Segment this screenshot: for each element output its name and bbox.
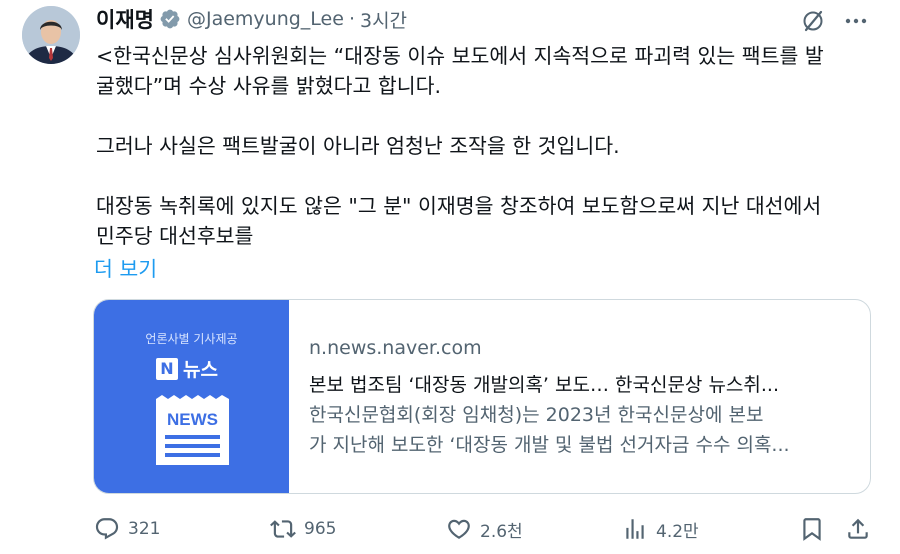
- card-title: 본보 법조팀 ‘대장동 개발의혹’ 보도… 한국신문상 뉴스취...: [309, 374, 779, 396]
- share-icon: [848, 518, 868, 539]
- card-domain: n.news.naver.com: [309, 337, 482, 359]
- views-icon: [626, 519, 644, 539]
- thumbnail-caption: 언론사별 기사제공: [145, 332, 238, 346]
- naver-news-logo: N 뉴스: [156, 355, 218, 382]
- user-handle[interactable]: @Jaemyung_Lee: [187, 8, 344, 30]
- reply-icon: [95, 518, 119, 540]
- tweet-header: 이재명 @Jaemyung_Lee · 3시간: [96, 4, 407, 34]
- tweet-text-line: 민주당 대선후보를: [96, 224, 254, 248]
- logo-text: 뉴스: [183, 359, 218, 381]
- bookmark-button[interactable]: [799, 512, 825, 546]
- views-button[interactable]: 4.2만: [622, 512, 699, 546]
- share-button[interactable]: [845, 512, 871, 546]
- newspaper-icon: NEWS: [156, 395, 229, 465]
- newspaper-label: NEWS: [167, 410, 218, 429]
- verified-badge-icon: [159, 8, 181, 30]
- tweet-text: <한국신문상 심사위원회는 “대장동 이슈 보도에서 지속적으로 파괴력 있는 …: [96, 41, 886, 251]
- repost-icon: [270, 520, 296, 538]
- action-bar: 321 965 2.6천 4.2만: [0, 512, 900, 546]
- timestamp[interactable]: 3시간: [360, 6, 407, 33]
- like-icon: [448, 519, 470, 539]
- repost-count: 965: [304, 519, 337, 539]
- bookmark-icon: [803, 518, 821, 541]
- link-preview-card[interactable]: 언론사별 기사제공 N 뉴스 NEWS n.news.naver.com 본보 …: [93, 299, 871, 494]
- naver-n-logo-icon: N: [156, 357, 178, 380]
- card-description-line: 가 지난해 보도한 ‘대장동 개발 및 불법 선거자금 수수 의혹...: [309, 434, 790, 456]
- avatar-image: [22, 6, 80, 64]
- like-button[interactable]: 2.6천: [446, 512, 523, 546]
- tweet-text-line: <한국신문상 심사위원회는 “대장동 이슈 보도에서 지속적으로 파괴력 있는 …: [96, 44, 824, 68]
- card-thumbnail: 언론사별 기사제공 N 뉴스 NEWS: [94, 300, 289, 493]
- more-icon[interactable]: [843, 8, 869, 34]
- header-separator: ·: [348, 8, 355, 30]
- tweet-text-line: 그러나 사실은 팩트발굴이 아니라 엄청난 조작을 한 것입니다.: [96, 134, 620, 158]
- views-count: 4.2만: [656, 521, 699, 542]
- like-count: 2.6천: [480, 521, 523, 542]
- show-more-link[interactable]: 더 보기: [94, 252, 157, 282]
- card-description: 한국신문협회(회장 임채청)는 2023년 한국신문상에 본보 가 지난해 보도…: [309, 400, 857, 460]
- reply-button[interactable]: 321: [94, 512, 160, 546]
- repost-button[interactable]: 965: [270, 512, 336, 546]
- avatar[interactable]: [22, 6, 80, 64]
- reply-count: 321: [128, 519, 161, 539]
- tweet-text-line: 굴했다”며 수상 사유를 밝혔다고 합니다.: [96, 74, 441, 98]
- display-name[interactable]: 이재명: [96, 4, 154, 34]
- card-description-line: 한국신문협회(회장 임채청)는 2023년 한국신문상에 본보: [309, 404, 764, 426]
- tweet-text-line: 대장동 녹취록에 있지도 않은 "그 분" 이재명을 창조하여 보도함으로써 지…: [96, 194, 822, 218]
- grok-icon[interactable]: [800, 8, 826, 34]
